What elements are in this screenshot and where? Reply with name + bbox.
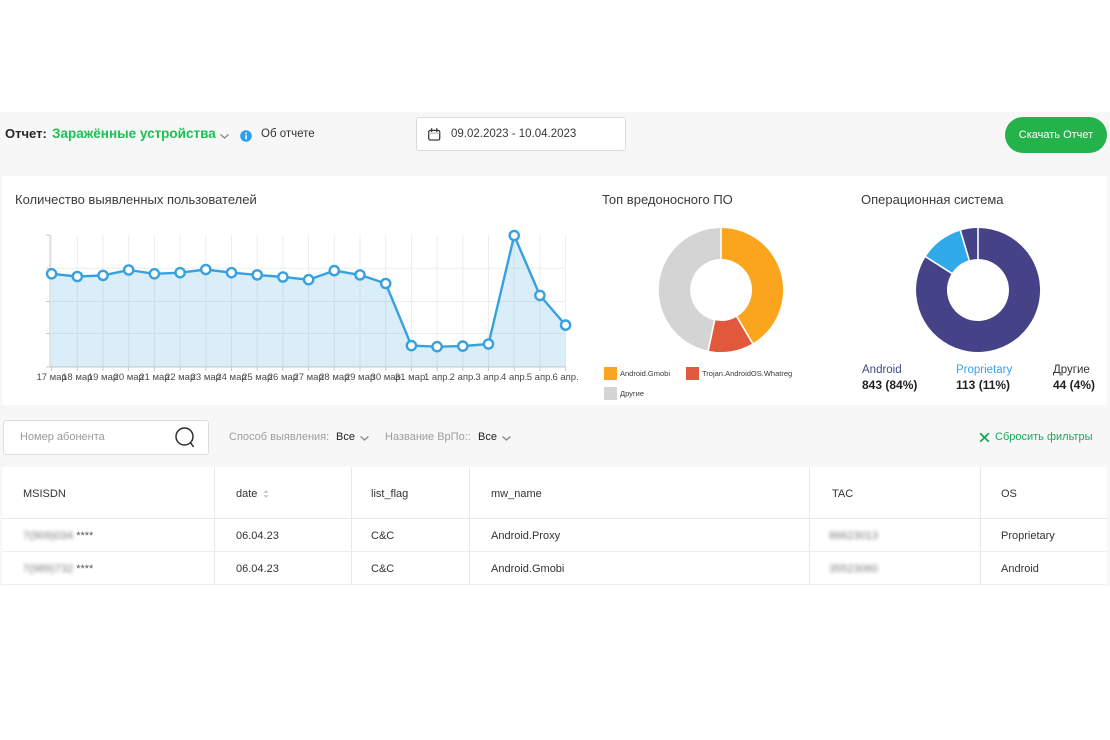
svg-text:6 апр.: 6 апр. — [552, 372, 578, 383]
svg-text:5 апр.: 5 апр. — [527, 372, 553, 383]
svg-text:3 апр.: 3 апр. — [475, 372, 501, 383]
svg-text:4 апр.: 4 апр. — [501, 372, 527, 383]
svg-text:2 апр.: 2 апр. — [450, 372, 476, 383]
svg-text:31 мар.: 31 мар. — [395, 372, 428, 383]
svg-text:1 апр.: 1 апр. — [424, 372, 450, 383]
